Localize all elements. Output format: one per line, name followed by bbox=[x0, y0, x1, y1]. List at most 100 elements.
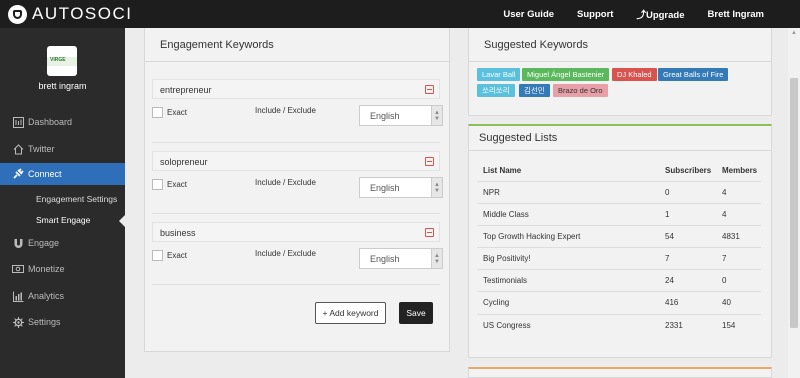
members-cell: 40 bbox=[722, 298, 731, 307]
scroll-thumb[interactable] bbox=[790, 78, 798, 328]
subscribers-cell: 0 bbox=[665, 188, 670, 197]
exact-checkbox[interactable] bbox=[152, 179, 163, 190]
nav-upgrade-label: Upgrade bbox=[645, 10, 685, 21]
engagement-keywords-panel: Engagement Keywords entrepreneur Exact I… bbox=[144, 28, 450, 352]
sidebar-item-monetize[interactable]: Monetize bbox=[0, 258, 125, 280]
sidebar-item-label: Analytics bbox=[28, 291, 65, 301]
top-nav: User Guide Support ⤴Upgrade Brett Ingram bbox=[480, 0, 764, 28]
sidebar-item-label: Twitter bbox=[28, 144, 55, 154]
keyword-tag[interactable]: Great Balls of Fire bbox=[658, 68, 729, 81]
keyword-tag[interactable]: DJ Khaled bbox=[612, 68, 657, 81]
table-row[interactable]: US Congress 2331 154 bbox=[477, 314, 761, 336]
keyword-header: solopreneur bbox=[152, 151, 440, 171]
table-row[interactable]: Testimonials 24 0 bbox=[477, 269, 761, 291]
money-icon bbox=[12, 263, 24, 275]
divider bbox=[469, 61, 771, 62]
language-select[interactable]: English ▲ ▼ bbox=[359, 177, 443, 198]
panel-title: Suggested Keywords bbox=[484, 39, 588, 51]
list-name-cell: Middle Class bbox=[483, 210, 529, 219]
next-panel-edge bbox=[468, 367, 772, 378]
subscribers-cell: 1 bbox=[665, 210, 670, 219]
sidebar-subitem-engagement-settings[interactable]: Engagement Settings bbox=[36, 194, 117, 204]
subscribers-cell: 7 bbox=[665, 254, 670, 263]
nav-support[interactable]: Support bbox=[577, 9, 613, 20]
sidebar-item-settings[interactable]: Settings bbox=[0, 311, 125, 333]
page-scrollbar[interactable]: ▲ bbox=[788, 28, 800, 378]
remove-keyword-icon[interactable] bbox=[425, 228, 434, 237]
sidebar-subitem-smart-engage[interactable]: Smart Engage bbox=[36, 215, 90, 225]
divider bbox=[152, 142, 440, 143]
list-name-cell: Big Positivity! bbox=[483, 254, 531, 263]
keyword-header: entrepreneur bbox=[152, 79, 440, 99]
sidebar: VIRGE brett ingram Dashboard Twitter Con… bbox=[0, 28, 125, 378]
suggested-lists-panel: Suggested Lists List Name Subscribers Me… bbox=[468, 124, 772, 358]
remove-keyword-icon[interactable] bbox=[425, 85, 434, 94]
subscribers-cell: 54 bbox=[665, 232, 674, 241]
table-row[interactable]: Big Positivity! 7 7 bbox=[477, 247, 761, 269]
sidebar-item-label: Engage bbox=[28, 238, 60, 248]
sidebar-item-twitter[interactable]: Twitter bbox=[0, 138, 125, 160]
table-row[interactable]: Middle Class 1 4 bbox=[477, 203, 761, 225]
language-select[interactable]: English ▲ ▼ bbox=[359, 248, 443, 269]
sidebar-item-analytics[interactable]: Analytics bbox=[0, 285, 125, 307]
nav-user-menu[interactable]: Brett Ingram bbox=[708, 9, 764, 20]
sidebar-item-label: Dashboard bbox=[28, 117, 73, 127]
username: brett ingram bbox=[38, 81, 87, 91]
members-cell: 154 bbox=[722, 321, 736, 330]
divider bbox=[469, 150, 771, 151]
add-keyword-button[interactable]: + Add keyword bbox=[315, 302, 386, 324]
sidebar-item-label: Monetize bbox=[28, 264, 65, 274]
keyword-tag[interactable]: 쏘리쏘리 bbox=[477, 84, 515, 97]
table-row[interactable]: NPR 0 4 bbox=[477, 181, 761, 203]
members-cell: 4 bbox=[722, 188, 727, 197]
table-row[interactable]: Top Growth Hacking Expert 54 4831 bbox=[477, 225, 761, 247]
logo[interactable]: AUTOSOCI bbox=[8, 4, 132, 24]
subscribers-cell: 24 bbox=[665, 276, 674, 285]
sidebar-item-engage[interactable]: Engage bbox=[0, 232, 125, 254]
panel-title: Engagement Keywords bbox=[160, 39, 274, 51]
include-exclude-label: Include / Exclude bbox=[255, 106, 316, 115]
keyword-tag[interactable]: 김선민 bbox=[519, 84, 550, 97]
language-value: English bbox=[370, 111, 400, 121]
chevron-down-icon: ▲ ▼ bbox=[431, 249, 442, 268]
nav-user-guide[interactable]: User Guide bbox=[503, 9, 554, 20]
keyword-tag[interactable]: Brazo de Oro bbox=[553, 84, 608, 97]
gear-icon bbox=[12, 316, 24, 328]
dashboard-icon bbox=[12, 116, 24, 128]
avatar-text: VIRGE bbox=[50, 57, 66, 63]
keyword-tag[interactable]: Miguel Ángel Bastenier bbox=[522, 68, 610, 81]
exact-label: Exact bbox=[167, 251, 188, 260]
chevron-down-icon: ▲ ▼ bbox=[431, 178, 442, 197]
suggested-keywords-panel: Suggested Keywords Lavar Ball Miguel Áng… bbox=[468, 28, 772, 116]
language-value: English bbox=[370, 183, 400, 193]
sidebar-item-dashboard[interactable]: Dashboard bbox=[0, 111, 125, 133]
sidebar-item-connect[interactable]: Connect bbox=[0, 163, 125, 185]
language-select[interactable]: English ▲ ▼ bbox=[359, 105, 443, 126]
logo-text: AUTOSOCI bbox=[32, 4, 133, 23]
connect-icon bbox=[12, 168, 24, 180]
avatar[interactable]: VIRGE bbox=[47, 46, 77, 76]
save-button[interactable]: Save bbox=[399, 302, 433, 324]
exact-checkbox[interactable] bbox=[152, 250, 163, 261]
upgrade-arrow-icon: ⤴ bbox=[636, 10, 646, 21]
keyword-tag[interactable]: Lavar Ball bbox=[477, 68, 521, 81]
members-cell: 4 bbox=[722, 210, 727, 219]
remove-keyword-icon[interactable] bbox=[425, 157, 434, 166]
nav-upgrade[interactable]: ⤴Upgrade bbox=[636, 7, 684, 21]
list-name-cell: Testimonials bbox=[483, 276, 528, 285]
subscribers-cell: 2331 bbox=[665, 321, 683, 330]
list-name-cell: US Congress bbox=[483, 321, 531, 330]
table-row[interactable]: Cycling 416 40 bbox=[477, 291, 761, 313]
keyword-item: solopreneur Exact Include / Exclude Engl… bbox=[152, 151, 443, 208]
keyword-item: business Exact Include / Exclude English… bbox=[152, 222, 443, 279]
members-cell: 0 bbox=[722, 276, 727, 285]
scroll-up-icon[interactable]: ▲ bbox=[791, 30, 797, 36]
divider bbox=[145, 61, 449, 62]
keyword-header: business bbox=[152, 222, 440, 242]
include-exclude-label: Include / Exclude bbox=[255, 178, 316, 187]
exact-label: Exact bbox=[167, 180, 188, 189]
keyword-name: solopreneur bbox=[160, 157, 208, 167]
chevron-down-icon: ▲ ▼ bbox=[431, 106, 442, 125]
sidebar-item-label: Connect bbox=[28, 169, 62, 179]
exact-checkbox[interactable] bbox=[152, 107, 163, 118]
